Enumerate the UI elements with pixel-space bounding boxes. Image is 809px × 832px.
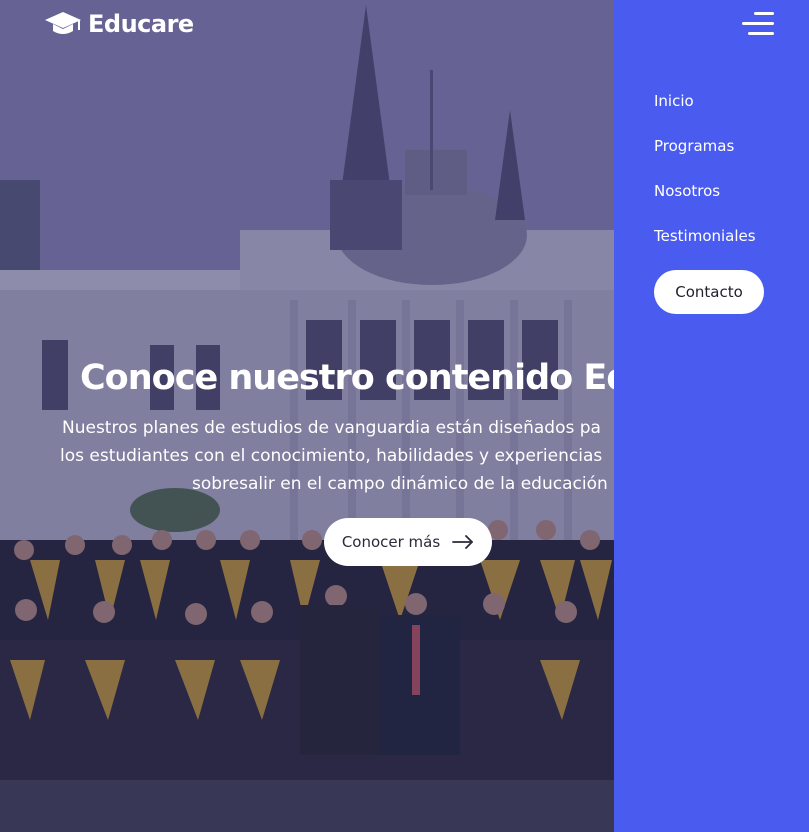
- hero-subtitle-line-1: Nuestros planes de estudios de vanguardi…: [62, 418, 601, 438]
- conocer-mas-label: Conocer más: [341, 533, 441, 551]
- conocer-mas-button[interactable]: Conocer más: [324, 518, 492, 566]
- nav-list: Inicio Programas Nosotros Testimoniales: [654, 90, 756, 270]
- menu-icon[interactable]: [742, 12, 774, 38]
- nav-item-nosotros[interactable]: Nosotros: [654, 180, 756, 225]
- side-nav-panel: Inicio Programas Nosotros Testimoniales …: [614, 0, 809, 832]
- menu-line-bottom: [748, 32, 774, 35]
- brand-logo[interactable]: Educare: [44, 10, 194, 38]
- nav-item-programas[interactable]: Programas: [654, 135, 756, 180]
- brand-name: Educare: [88, 10, 194, 38]
- nav-item-inicio[interactable]: Inicio: [654, 90, 756, 135]
- nav-item-testimoniales[interactable]: Testimoniales: [654, 225, 756, 270]
- menu-line-top: [754, 12, 774, 15]
- hero-title: Conoce nuestro contenido Edu: [80, 358, 655, 398]
- graduation-cap-icon: [45, 12, 81, 34]
- arrow-right-icon: [452, 535, 474, 549]
- hero-subtitle-line-3: sobresalir en el campo dinámico de la ed…: [192, 474, 608, 494]
- hero-subtitle-line-2: los estudiantes con el conocimiento, hab…: [60, 446, 603, 466]
- menu-line-middle: [742, 22, 774, 25]
- contacto-button[interactable]: Contacto: [654, 270, 764, 314]
